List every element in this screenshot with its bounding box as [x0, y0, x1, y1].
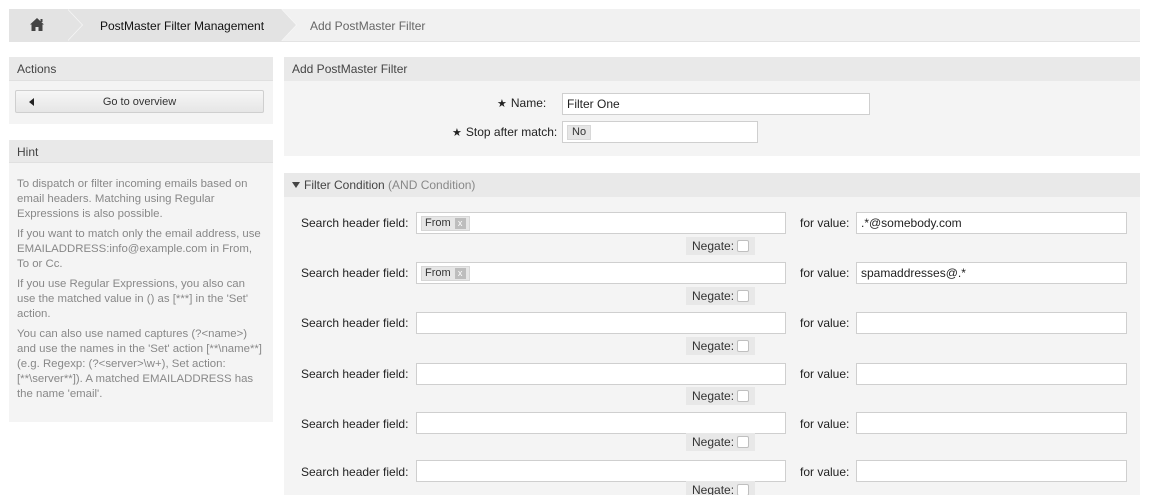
- negate-label: Negate:: [692, 483, 735, 495]
- hint-box: Hint To dispatch or filter incoming emai…: [9, 140, 273, 422]
- negate-label: Negate:: [692, 435, 735, 449]
- hint-body: To dispatch or filter incoming emails ba…: [9, 163, 273, 402]
- hint-paragraph: If you use Regular Expressions, you also…: [17, 278, 249, 320]
- go-to-overview-button[interactable]: Go to overview: [15, 90, 264, 113]
- hint-paragraph: If you want to match only the email addr…: [17, 228, 261, 270]
- search-header-field-label: Search header field:: [301, 417, 409, 431]
- main-form: ★ Name: Filter One ★ Stop after match: No: [284, 81, 1140, 156]
- name-field[interactable]: Filter One: [562, 93, 870, 115]
- negate-label: Negate:: [692, 239, 735, 253]
- for-value-label: for value:: [800, 367, 850, 381]
- required-star-icon: ★: [497, 98, 507, 110]
- for-value-label: for value:: [800, 465, 850, 479]
- header-tag: From x: [421, 216, 470, 231]
- actions-box: Actions Go to overview: [9, 57, 273, 124]
- filter-condition-body: Search header field: From x for value: .*…: [284, 197, 1140, 495]
- breadcrumb-item-label: PostMaster Filter Management: [100, 19, 265, 33]
- main-title: Add PostMaster Filter: [284, 57, 1140, 81]
- search-header-field-select[interactable]: [416, 363, 786, 385]
- breadcrumb-home[interactable]: [9, 9, 67, 42]
- hint-paragraph: You can also use named captures (?<name>…: [17, 328, 262, 400]
- actions-title: Actions: [9, 57, 273, 81]
- stop-after-match-value: No: [567, 125, 592, 140]
- negate-label: Negate:: [692, 289, 735, 303]
- search-header-field-select[interactable]: [416, 312, 786, 334]
- negate-toggle[interactable]: Negate:: [686, 337, 756, 355]
- negate-toggle[interactable]: Negate:: [686, 387, 756, 405]
- negate-toggle[interactable]: Negate:: [686, 287, 756, 305]
- negate-label: Negate:: [692, 339, 735, 353]
- value-input[interactable]: spamaddresses@.*: [856, 262, 1127, 284]
- hint-title: Hint: [9, 140, 273, 163]
- negate-checkbox[interactable]: [737, 339, 750, 352]
- for-value-label: for value:: [800, 316, 850, 330]
- filter-condition-header[interactable]: Filter Condition (AND Condition): [284, 173, 1140, 197]
- negate-label: Negate:: [692, 389, 735, 403]
- negate-checkbox[interactable]: [737, 483, 750, 495]
- search-header-field-label: Search header field:: [301, 316, 409, 330]
- collapse-triangle-icon: [292, 181, 300, 188]
- for-value-label: for value:: [800, 216, 850, 230]
- breadcrumb-current: Add PostMaster Filter: [310, 19, 426, 33]
- value-input[interactable]: [856, 412, 1127, 434]
- value-input[interactable]: [856, 460, 1127, 482]
- search-header-field-label: Search header field:: [301, 216, 409, 230]
- negate-checkbox[interactable]: [737, 289, 750, 302]
- negate-checkbox[interactable]: [737, 239, 750, 252]
- search-header-field-select[interactable]: [416, 412, 786, 434]
- header-tag: From x: [421, 266, 470, 281]
- search-header-field-label: Search header field:: [301, 266, 409, 280]
- breadcrumb-postmaster-filter-management[interactable]: PostMaster Filter Management: [67, 9, 281, 42]
- name-label: ★ Name:: [497, 96, 547, 110]
- search-header-field-select[interactable]: [416, 460, 786, 482]
- negate-toggle[interactable]: Negate:: [686, 481, 756, 495]
- value-input[interactable]: [856, 312, 1127, 334]
- for-value-label: for value:: [800, 417, 850, 431]
- negate-toggle[interactable]: Negate:: [686, 237, 756, 255]
- search-header-field-label: Search header field:: [301, 465, 409, 479]
- remove-tag-icon[interactable]: x: [454, 218, 466, 229]
- home-icon: [30, 18, 44, 31]
- search-header-field-label: Search header field:: [301, 367, 409, 381]
- filter-condition-title: Filter Condition: [304, 178, 385, 192]
- required-star-icon: ★: [452, 127, 462, 139]
- search-header-field-select[interactable]: From x: [416, 212, 786, 234]
- search-header-field-select[interactable]: From x: [416, 262, 786, 284]
- hint-paragraph: To dispatch or filter incoming emails ba…: [17, 178, 248, 220]
- for-value-label: for value:: [800, 266, 850, 280]
- remove-tag-icon[interactable]: x: [454, 268, 466, 279]
- value-input[interactable]: .*@somebody.com: [856, 212, 1127, 234]
- filter-condition-subtitle: (AND Condition): [388, 178, 476, 192]
- stop-after-match-label: ★ Stop after match:: [452, 125, 558, 139]
- negate-toggle[interactable]: Negate:: [686, 433, 756, 451]
- stop-after-match-select[interactable]: No: [562, 121, 758, 143]
- go-to-overview-label: Go to overview: [102, 96, 177, 108]
- negate-checkbox[interactable]: [737, 389, 750, 402]
- breadcrumb: PostMaster Filter Management Add PostMas…: [9, 9, 1140, 42]
- value-input[interactable]: [856, 363, 1127, 385]
- negate-checkbox[interactable]: [737, 435, 750, 448]
